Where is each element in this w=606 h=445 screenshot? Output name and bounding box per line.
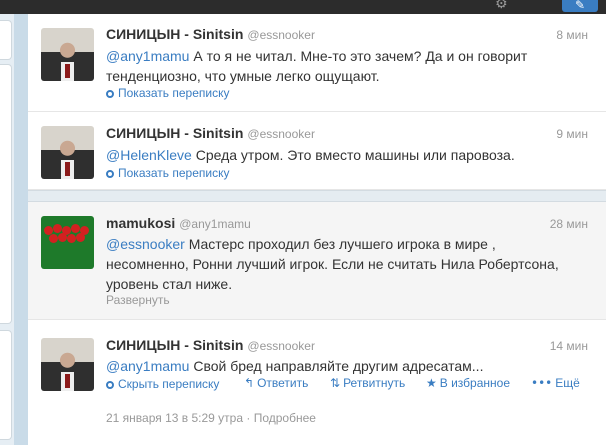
- left-card: [0, 20, 12, 60]
- tweet-body: Свой бред направляйте другим адресатам..…: [189, 358, 484, 374]
- snooker-ball: [76, 233, 85, 242]
- retweet-icon: ⇅: [330, 376, 341, 390]
- snooker-ball: [71, 224, 80, 233]
- avatar[interactable]: [41, 338, 94, 391]
- tweet-time[interactable]: 9 мин: [556, 127, 588, 141]
- tweet-author[interactable]: СИНИЦЫН - Sinitsin @essnooker: [106, 26, 315, 42]
- tweet-time[interactable]: 28 мин: [550, 217, 588, 231]
- tweet[interactable]: СИНИЦЫН - Sinitsin @essnooker 14 мин @any…: [28, 320, 606, 445]
- favorite-label: В избранное: [439, 376, 510, 390]
- tweet-meta: 21 января 13 в 5:29 утра · Подробнее: [106, 411, 316, 425]
- tweet-author[interactable]: СИНИЦЫН - Sinitsin @essnooker: [106, 337, 315, 353]
- meta-separator: ·: [243, 411, 254, 425]
- tweet-date[interactable]: 21 января 13 в 5:29 утра: [106, 411, 243, 425]
- avatar[interactable]: [41, 126, 94, 179]
- tweet[interactable]: mamukosi @any1mamu 28 мин @essnooker Маст…: [28, 202, 606, 320]
- retweet-label: Ретвитнуть: [343, 376, 406, 390]
- top-navigation-bar: ⚙ ✎: [0, 0, 606, 14]
- tweet-text: @essnooker Мастерс проходил без лучшего …: [106, 234, 561, 294]
- show-conversation-label: Показать переписку: [118, 86, 230, 100]
- group-divider: [28, 190, 606, 202]
- author-name[interactable]: СИНИЦЫН - Sinitsin: [106, 26, 243, 42]
- reply-icon: ↰: [244, 376, 255, 390]
- reply-label: Ответить: [257, 376, 309, 390]
- tweet-body: Среда утром. Это вместо машины или паров…: [191, 147, 515, 163]
- hide-conversation-label: Скрыть переписку: [118, 377, 220, 391]
- details-link[interactable]: Подробнее: [254, 411, 316, 425]
- avatar[interactable]: [41, 28, 94, 81]
- expand-link[interactable]: Развернуть: [106, 293, 170, 307]
- retweet-button[interactable]: ⇅ Ретвитнуть: [330, 376, 405, 390]
- left-card: [0, 64, 12, 324]
- mention-link[interactable]: @essnooker: [106, 236, 185, 252]
- mention-link[interactable]: @HelenKleve: [106, 147, 192, 163]
- tweet-author[interactable]: mamukosi @any1mamu: [106, 215, 251, 231]
- snooker-ball: [58, 233, 67, 242]
- author-handle[interactable]: @essnooker: [247, 28, 315, 42]
- tweet-text: @any1mamu Свой бред направляйте другим а…: [106, 356, 576, 376]
- show-conversation-label: Показать переписку: [118, 166, 230, 180]
- conversation-icon: [106, 381, 114, 389]
- more-icon: •••: [531, 376, 553, 390]
- author-handle[interactable]: @essnooker: [247, 127, 315, 141]
- hide-conversation-link[interactable]: Скрыть переписку: [106, 377, 219, 391]
- conversation-icon: [106, 90, 114, 98]
- author-handle[interactable]: @essnooker: [247, 339, 315, 353]
- snooker-ball: [49, 234, 58, 243]
- avatar[interactable]: [41, 216, 94, 269]
- gear-icon[interactable]: ⚙: [495, 0, 508, 12]
- reply-button[interactable]: ↰ Ответить: [244, 376, 308, 390]
- tweet[interactable]: СИНИЦЫН - Sinitsin @essnooker 9 мин @Hele…: [28, 112, 606, 190]
- tweet-author[interactable]: СИНИЦЫН - Sinitsin @essnooker: [106, 125, 315, 141]
- compose-icon[interactable]: ✎: [562, 0, 598, 12]
- tweet[interactable]: СИНИЦЫН - Sinitsin @essnooker 8 мин @any1…: [28, 14, 606, 112]
- snooker-ball: [53, 224, 62, 233]
- favorite-button[interactable]: ★ В избранное: [426, 376, 510, 390]
- show-conversation-link[interactable]: Показать переписку: [106, 166, 229, 180]
- more-label: Ещё: [555, 376, 580, 390]
- more-button[interactable]: ••• Ещё: [531, 376, 580, 390]
- star-icon: ★: [426, 376, 437, 390]
- author-handle[interactable]: @any1mamu: [179, 217, 251, 231]
- mention-link[interactable]: @any1mamu: [106, 48, 189, 64]
- show-conversation-link[interactable]: Показать переписку: [106, 86, 229, 100]
- author-name[interactable]: СИНИЦЫН - Sinitsin: [106, 125, 243, 141]
- conversation-icon: [106, 170, 114, 178]
- snooker-ball: [67, 234, 76, 243]
- mention-link[interactable]: @any1mamu: [106, 358, 189, 374]
- author-name[interactable]: mamukosi: [106, 215, 175, 231]
- tweet-time[interactable]: 8 мин: [556, 28, 588, 42]
- tweet-time[interactable]: 14 мин: [550, 339, 588, 353]
- author-name[interactable]: СИНИЦЫН - Sinitsin: [106, 337, 243, 353]
- tweet-text: @any1mamu А то я не читал. Мне-то это за…: [106, 46, 576, 86]
- left-card: [0, 330, 12, 440]
- tweet-text: @HelenKleve Среда утром. Это вместо маши…: [106, 145, 576, 165]
